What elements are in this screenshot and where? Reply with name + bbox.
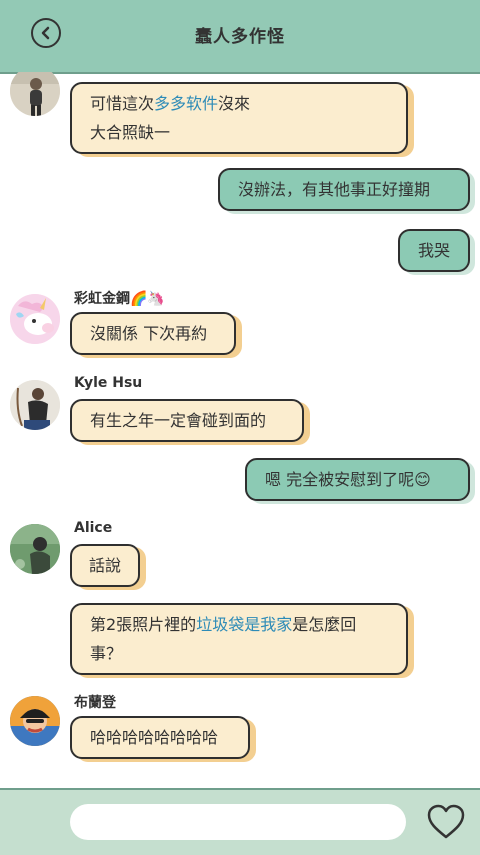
message-text: 可惜這次 (90, 94, 155, 113)
sender-name: Kyle Hsu (74, 375, 143, 391)
person-photo-avatar (10, 72, 60, 116)
message-highlight: 垃圾袋是我家 (196, 615, 293, 634)
app-header: 蠢人多作怪 (0, 0, 480, 74)
message-bubble-outgoing[interactable]: 我哭 (398, 229, 470, 272)
message-bubble-outgoing[interactable]: 嗯 完全被安慰到了呢😊 (245, 458, 470, 501)
message-bubble[interactable]: 沒關係 下次再約 (70, 312, 236, 355)
person-photo-avatar (10, 380, 60, 430)
heart-icon (427, 804, 465, 839)
sender-name: 布蘭登 (74, 695, 116, 711)
message-text: 是怎麼回 (292, 615, 357, 634)
avatar[interactable] (10, 524, 60, 574)
message-text: 話說 (88, 556, 121, 575)
avatar[interactable] (10, 72, 60, 116)
message-bubble[interactable]: 話說 (70, 544, 140, 587)
message-highlight: 多多软件 (154, 94, 219, 113)
message-text: 沒辦法，有其他事正好撞期 (238, 180, 431, 199)
sender-name: 彩虹金鋼🌈🦄 (74, 291, 165, 307)
avatar[interactable] (10, 380, 60, 430)
message-bubble[interactable]: 第2張照片裡的垃圾袋是我家是怎麼回 事？ (70, 603, 408, 675)
message-text: 大合照缺一 (90, 123, 171, 142)
message-composer (0, 788, 480, 855)
message-bubble[interactable]: 可惜這次多多软件沒來 大合照缺一 (70, 82, 408, 154)
avatar[interactable] (10, 294, 60, 344)
person-photo-avatar (10, 524, 60, 574)
message-input[interactable] (70, 804, 406, 840)
message-text: 第2張照片裡的 (90, 615, 197, 634)
message-bubble[interactable]: 哈哈哈哈哈哈哈哈 (70, 716, 250, 759)
page-title: 蠢人多作怪 (195, 27, 285, 47)
message-bubble-outgoing[interactable]: 沒辦法，有其他事正好撞期 (218, 168, 470, 211)
chat-list[interactable]: 可惜這次多多软件沒來 大合照缺一 沒辦法，有其他事正好撞期 我哭 彩虹金鋼🌈🦄 … (0, 72, 480, 788)
like-button[interactable] (426, 803, 466, 841)
message-text: 有生之年一定會碰到面的 (90, 411, 267, 430)
sender-name: Alice (74, 520, 113, 536)
message-text: 嗯 完全被安慰到了呢😊 (265, 470, 431, 489)
message-bubble[interactable]: 有生之年一定會碰到面的 (70, 399, 304, 442)
message-text: 哈哈哈哈哈哈哈哈 (90, 728, 219, 747)
unicorn-avatar (10, 294, 60, 344)
message-text: 我哭 (417, 241, 450, 260)
message-text: 沒關係 下次再約 (90, 324, 208, 343)
message-text: 事？ (90, 644, 123, 663)
message-text: 沒來 (218, 94, 251, 113)
avatar[interactable] (10, 696, 60, 746)
cartoon-avatar (10, 696, 60, 746)
